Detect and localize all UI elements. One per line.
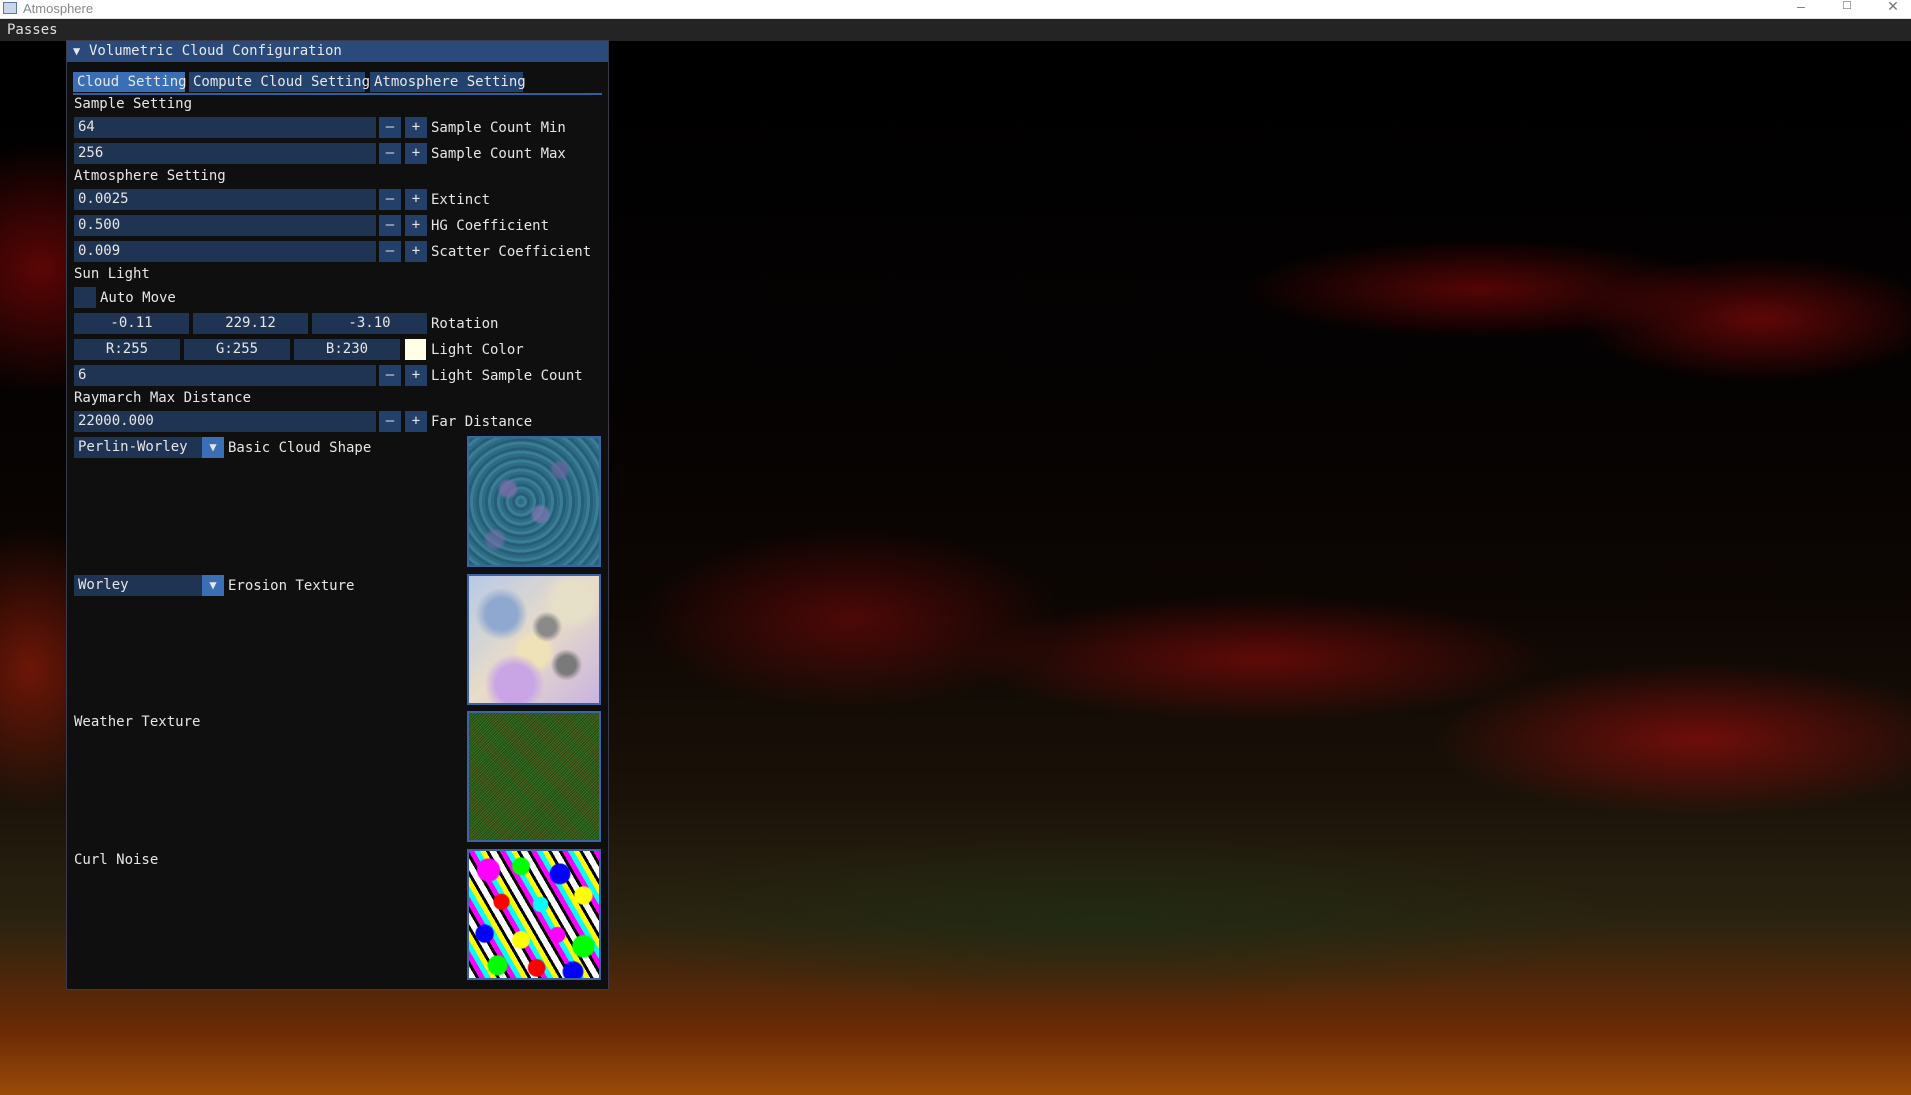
window-title: Atmosphere	[23, 1, 94, 16]
basic-cloud-shape-dropdown[interactable]: Perlin-Worley ▼	[74, 437, 224, 458]
light-color-b-input[interactable]: B:230	[294, 339, 400, 360]
sample-count-max-decrement[interactable]: –	[379, 143, 401, 164]
light-sample-count-input[interactable]: 6	[74, 365, 376, 386]
tab-cloud-setting[interactable]: Cloud Setting	[73, 72, 187, 92]
tab-compute-cloud-setting[interactable]: Compute Cloud Setting	[189, 72, 370, 92]
light-color-g-input[interactable]: G:255	[184, 339, 290, 360]
extinct-input[interactable]: 0.0025	[74, 189, 376, 210]
app-icon	[3, 2, 17, 14]
hg-coefficient-label: HG Coefficient	[431, 218, 550, 234]
scatter-coefficient-decrement[interactable]: –	[379, 241, 401, 262]
maximize-icon[interactable]: ☐	[1824, 0, 1870, 19]
rotation-label: Rotation	[431, 316, 499, 332]
weather-texture-label: Weather Texture	[74, 714, 201, 730]
hg-coefficient-increment[interactable]: +	[405, 215, 427, 236]
weather-texture-preview	[467, 711, 601, 842]
light-sample-count-label: Light Sample Count	[431, 368, 583, 384]
scatter-coefficient-increment[interactable]: +	[405, 241, 427, 262]
light-color-label: Light Color	[431, 342, 524, 358]
far-distance-decrement[interactable]: –	[379, 411, 401, 432]
basic-cloud-shape-texture-preview	[467, 436, 601, 567]
erosion-texture-dropdown[interactable]: Worley ▼	[74, 575, 224, 596]
hg-coefficient-input[interactable]: 0.500	[74, 215, 376, 236]
tab-atmosphere-setting[interactable]: Atmosphere Setting	[370, 72, 526, 92]
sample-count-max-label: Sample Count Max	[431, 146, 566, 162]
far-distance-label: Far Distance	[431, 414, 533, 430]
section-sample-setting: Sample Setting	[74, 96, 193, 112]
rotation-y-input[interactable]: 229.12	[193, 313, 308, 334]
section-raymarch-max-distance: Raymarch Max Distance	[74, 390, 252, 406]
panel-titlebar[interactable]: ▼ Volumetric Cloud Configuration	[67, 41, 608, 62]
main-menubar: Passes	[0, 19, 1911, 41]
extinct-label: Extinct	[431, 192, 491, 208]
scatter-coefficient-label: Scatter Coefficient	[431, 244, 592, 260]
sample-count-min-label: Sample Count Min	[431, 120, 566, 136]
sample-count-max-increment[interactable]: +	[405, 143, 427, 164]
curl-noise-label: Curl Noise	[74, 852, 159, 868]
light-color-r-input[interactable]: R:255	[74, 339, 180, 360]
auto-move-checkbox[interactable]	[74, 287, 96, 308]
chevron-down-icon[interactable]: ▼	[202, 437, 224, 458]
light-color-swatch[interactable]	[405, 339, 426, 360]
light-sample-count-decrement[interactable]: –	[379, 365, 401, 386]
basic-cloud-shape-value: Perlin-Worley	[78, 439, 188, 455]
sample-count-min-increment[interactable]: +	[405, 117, 427, 138]
section-atmosphere-setting: Atmosphere Setting	[74, 168, 226, 184]
erosion-texture-preview	[467, 574, 601, 705]
hg-coefficient-decrement[interactable]: –	[379, 215, 401, 236]
erosion-texture-value: Worley	[78, 577, 129, 593]
curl-noise-texture-preview	[467, 849, 601, 980]
auto-move-label: Auto Move	[100, 290, 176, 306]
tab-bar: Cloud Setting Compute Cloud Setting Atmo…	[73, 71, 602, 95]
sample-count-min-input[interactable]: 64	[74, 117, 376, 138]
collapse-triangle-icon[interactable]: ▼	[73, 42, 80, 61]
far-distance-increment[interactable]: +	[405, 411, 427, 432]
window-titlebar: Atmosphere – ☐ ✕	[0, 0, 1911, 19]
extinct-decrement[interactable]: –	[379, 189, 401, 210]
section-sun-light: Sun Light	[74, 266, 150, 282]
menu-passes[interactable]: Passes	[7, 21, 58, 39]
close-icon[interactable]: ✕	[1870, 0, 1911, 19]
rotation-x-input[interactable]: -0.11	[74, 313, 189, 334]
panel-title: Volumetric Cloud Configuration	[89, 43, 342, 59]
chevron-down-icon[interactable]: ▼	[202, 575, 224, 596]
basic-cloud-shape-label: Basic Cloud Shape	[228, 440, 372, 456]
minimize-icon[interactable]: –	[1778, 0, 1824, 19]
erosion-texture-label: Erosion Texture	[228, 578, 355, 594]
far-distance-input[interactable]: 22000.000	[74, 411, 376, 432]
scatter-coefficient-input[interactable]: 0.009	[74, 241, 376, 262]
light-sample-count-increment[interactable]: +	[405, 365, 427, 386]
extinct-increment[interactable]: +	[405, 189, 427, 210]
rotation-z-input[interactable]: -3.10	[312, 313, 427, 334]
cloud-config-panel: ▼ Volumetric Cloud Configuration Cloud S…	[66, 40, 609, 990]
sample-count-max-input[interactable]: 256	[74, 143, 376, 164]
sample-count-min-decrement[interactable]: –	[379, 117, 401, 138]
